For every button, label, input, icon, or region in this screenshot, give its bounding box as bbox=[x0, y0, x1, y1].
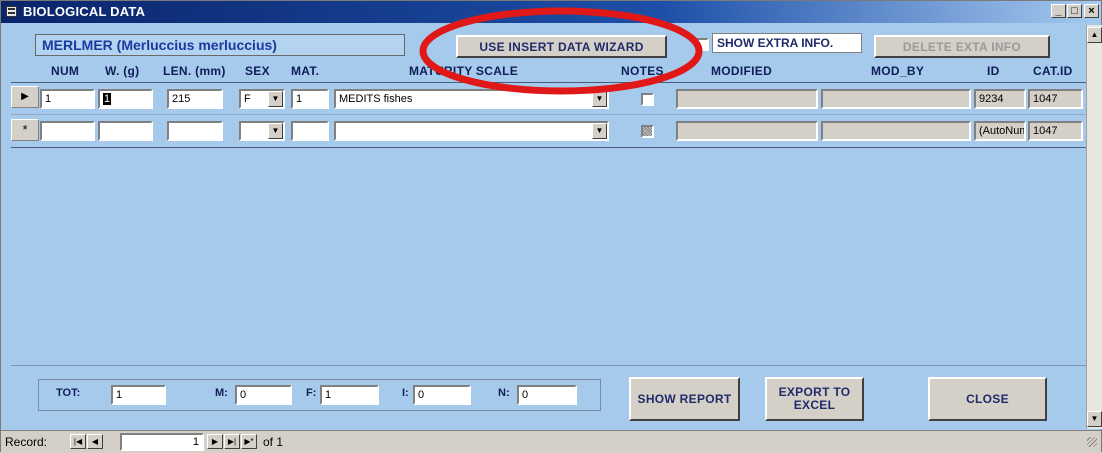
previous-record-icon[interactable]: ◀ bbox=[87, 434, 103, 449]
maturity-scale-combo[interactable]: ▼ bbox=[334, 121, 609, 141]
close-button[interactable]: CLOSE bbox=[928, 377, 1047, 421]
footer-divider bbox=[11, 365, 1086, 366]
first-record-icon[interactable]: |◀ bbox=[70, 434, 86, 449]
num-field[interactable]: 1 bbox=[40, 89, 95, 109]
length-field[interactable] bbox=[167, 121, 223, 141]
record-selector-current[interactable]: ▶ bbox=[11, 86, 39, 108]
mod-by-field[interactable] bbox=[821, 121, 971, 141]
tot-label: TOT: bbox=[56, 387, 81, 399]
col-header-cat-id: CAT.ID bbox=[1033, 64, 1073, 78]
i-label: I: bbox=[402, 387, 409, 399]
cat-id-field[interactable]: 1047 bbox=[1028, 121, 1083, 141]
m-field[interactable]: 0 bbox=[235, 385, 292, 405]
col-header-mod-by: MOD_BY bbox=[871, 64, 925, 78]
highlight-ellipse bbox=[419, 7, 703, 95]
new-record-icon[interactable]: ▶* bbox=[241, 434, 257, 449]
scroll-up-icon[interactable]: ▲ bbox=[1087, 27, 1102, 43]
record-navigation-bar: Record: |◀ ◀ 1 ▶ ▶| ▶* of 1 bbox=[1, 430, 1101, 453]
row-divider bbox=[11, 114, 1086, 115]
col-header-sex: SEX bbox=[245, 64, 270, 78]
next-record-icon[interactable]: ▶ bbox=[207, 434, 223, 449]
sex-combo[interactable]: ▼ bbox=[239, 121, 285, 141]
record-selector-new[interactable]: * bbox=[11, 119, 39, 141]
sex-combo[interactable]: F ▼ bbox=[239, 89, 285, 109]
col-header-length: LEN. (mm) bbox=[163, 64, 226, 78]
col-header-num: NUM bbox=[51, 64, 80, 78]
delete-extra-info-button[interactable]: DELETE EXTA INFO bbox=[874, 35, 1050, 58]
record-number-field[interactable]: 1 bbox=[120, 433, 204, 451]
num-field[interactable] bbox=[40, 121, 95, 141]
scroll-down-icon[interactable]: ▼ bbox=[1087, 411, 1102, 427]
col-header-weight: W. (g) bbox=[105, 64, 140, 78]
n-label: N: bbox=[498, 387, 510, 399]
export-to-excel-button[interactable]: EXPORT TO EXCEL bbox=[765, 377, 864, 421]
id-field[interactable]: (AutoNum bbox=[974, 121, 1026, 141]
sex-value: F bbox=[244, 93, 251, 105]
species-label: MERLMER (Merluccius merluccius) bbox=[35, 34, 405, 56]
maximize-button[interactable]: □ bbox=[1067, 4, 1082, 18]
id-field[interactable]: 9234 bbox=[974, 89, 1026, 109]
show-report-button[interactable]: SHOW REPORT bbox=[629, 377, 740, 421]
n-field[interactable]: 0 bbox=[517, 385, 577, 405]
minimize-button[interactable]: _ bbox=[1051, 4, 1066, 18]
col-header-id: ID bbox=[987, 64, 1000, 78]
biological-data-window: BIOLOGICAL DATA _ □ × MERLMER (Merlucciu… bbox=[0, 0, 1102, 453]
chevron-down-icon[interactable]: ▼ bbox=[268, 123, 283, 139]
i-field[interactable]: 0 bbox=[413, 385, 471, 405]
weight-field[interactable]: 1 bbox=[98, 89, 153, 109]
col-header-modified: MODIFIED bbox=[711, 64, 773, 78]
cat-id-field[interactable]: 1047 bbox=[1028, 89, 1083, 109]
vertical-scrollbar[interactable]: ▲ ▼ bbox=[1086, 25, 1102, 429]
f-field[interactable]: 1 bbox=[320, 385, 379, 405]
export-label-line2: EXCEL bbox=[793, 398, 836, 412]
m-label: M: bbox=[215, 387, 228, 399]
resize-grip-icon[interactable] bbox=[1087, 437, 1097, 447]
weight-value: 1 bbox=[103, 93, 112, 105]
last-record-icon[interactable]: ▶| bbox=[224, 434, 240, 449]
tot-field[interactable]: 1 bbox=[111, 385, 166, 405]
show-extra-info-text: SHOW EXTRA INFO. bbox=[717, 36, 834, 50]
record-label: Record: bbox=[5, 435, 48, 449]
mat-field[interactable]: 1 bbox=[291, 89, 329, 109]
record-count: of 1 bbox=[263, 435, 284, 449]
chevron-down-icon[interactable]: ▼ bbox=[268, 91, 283, 107]
length-field[interactable]: 215 bbox=[167, 89, 223, 109]
modified-field[interactable] bbox=[676, 121, 818, 141]
show-extra-info-label: SHOW EXTRA INFO. bbox=[712, 33, 862, 53]
mat-field[interactable] bbox=[291, 121, 329, 141]
chevron-down-icon[interactable]: ▼ bbox=[592, 123, 607, 139]
form-icon bbox=[6, 6, 17, 17]
grid-bottom-divider bbox=[11, 147, 1086, 148]
species-name: MERLMER (Merluccius merluccius) bbox=[42, 37, 277, 53]
window-title: BIOLOGICAL DATA bbox=[23, 4, 146, 19]
col-header-mat: MAT. bbox=[291, 64, 320, 78]
f-label: F: bbox=[306, 387, 317, 399]
maturity-scale-value: MEDITS fishes bbox=[339, 93, 413, 105]
weight-field[interactable] bbox=[98, 121, 153, 141]
notes-checkbox-indeterminate[interactable] bbox=[641, 125, 654, 138]
close-window-button[interactable]: × bbox=[1084, 4, 1099, 18]
mod-by-field[interactable] bbox=[821, 89, 971, 109]
